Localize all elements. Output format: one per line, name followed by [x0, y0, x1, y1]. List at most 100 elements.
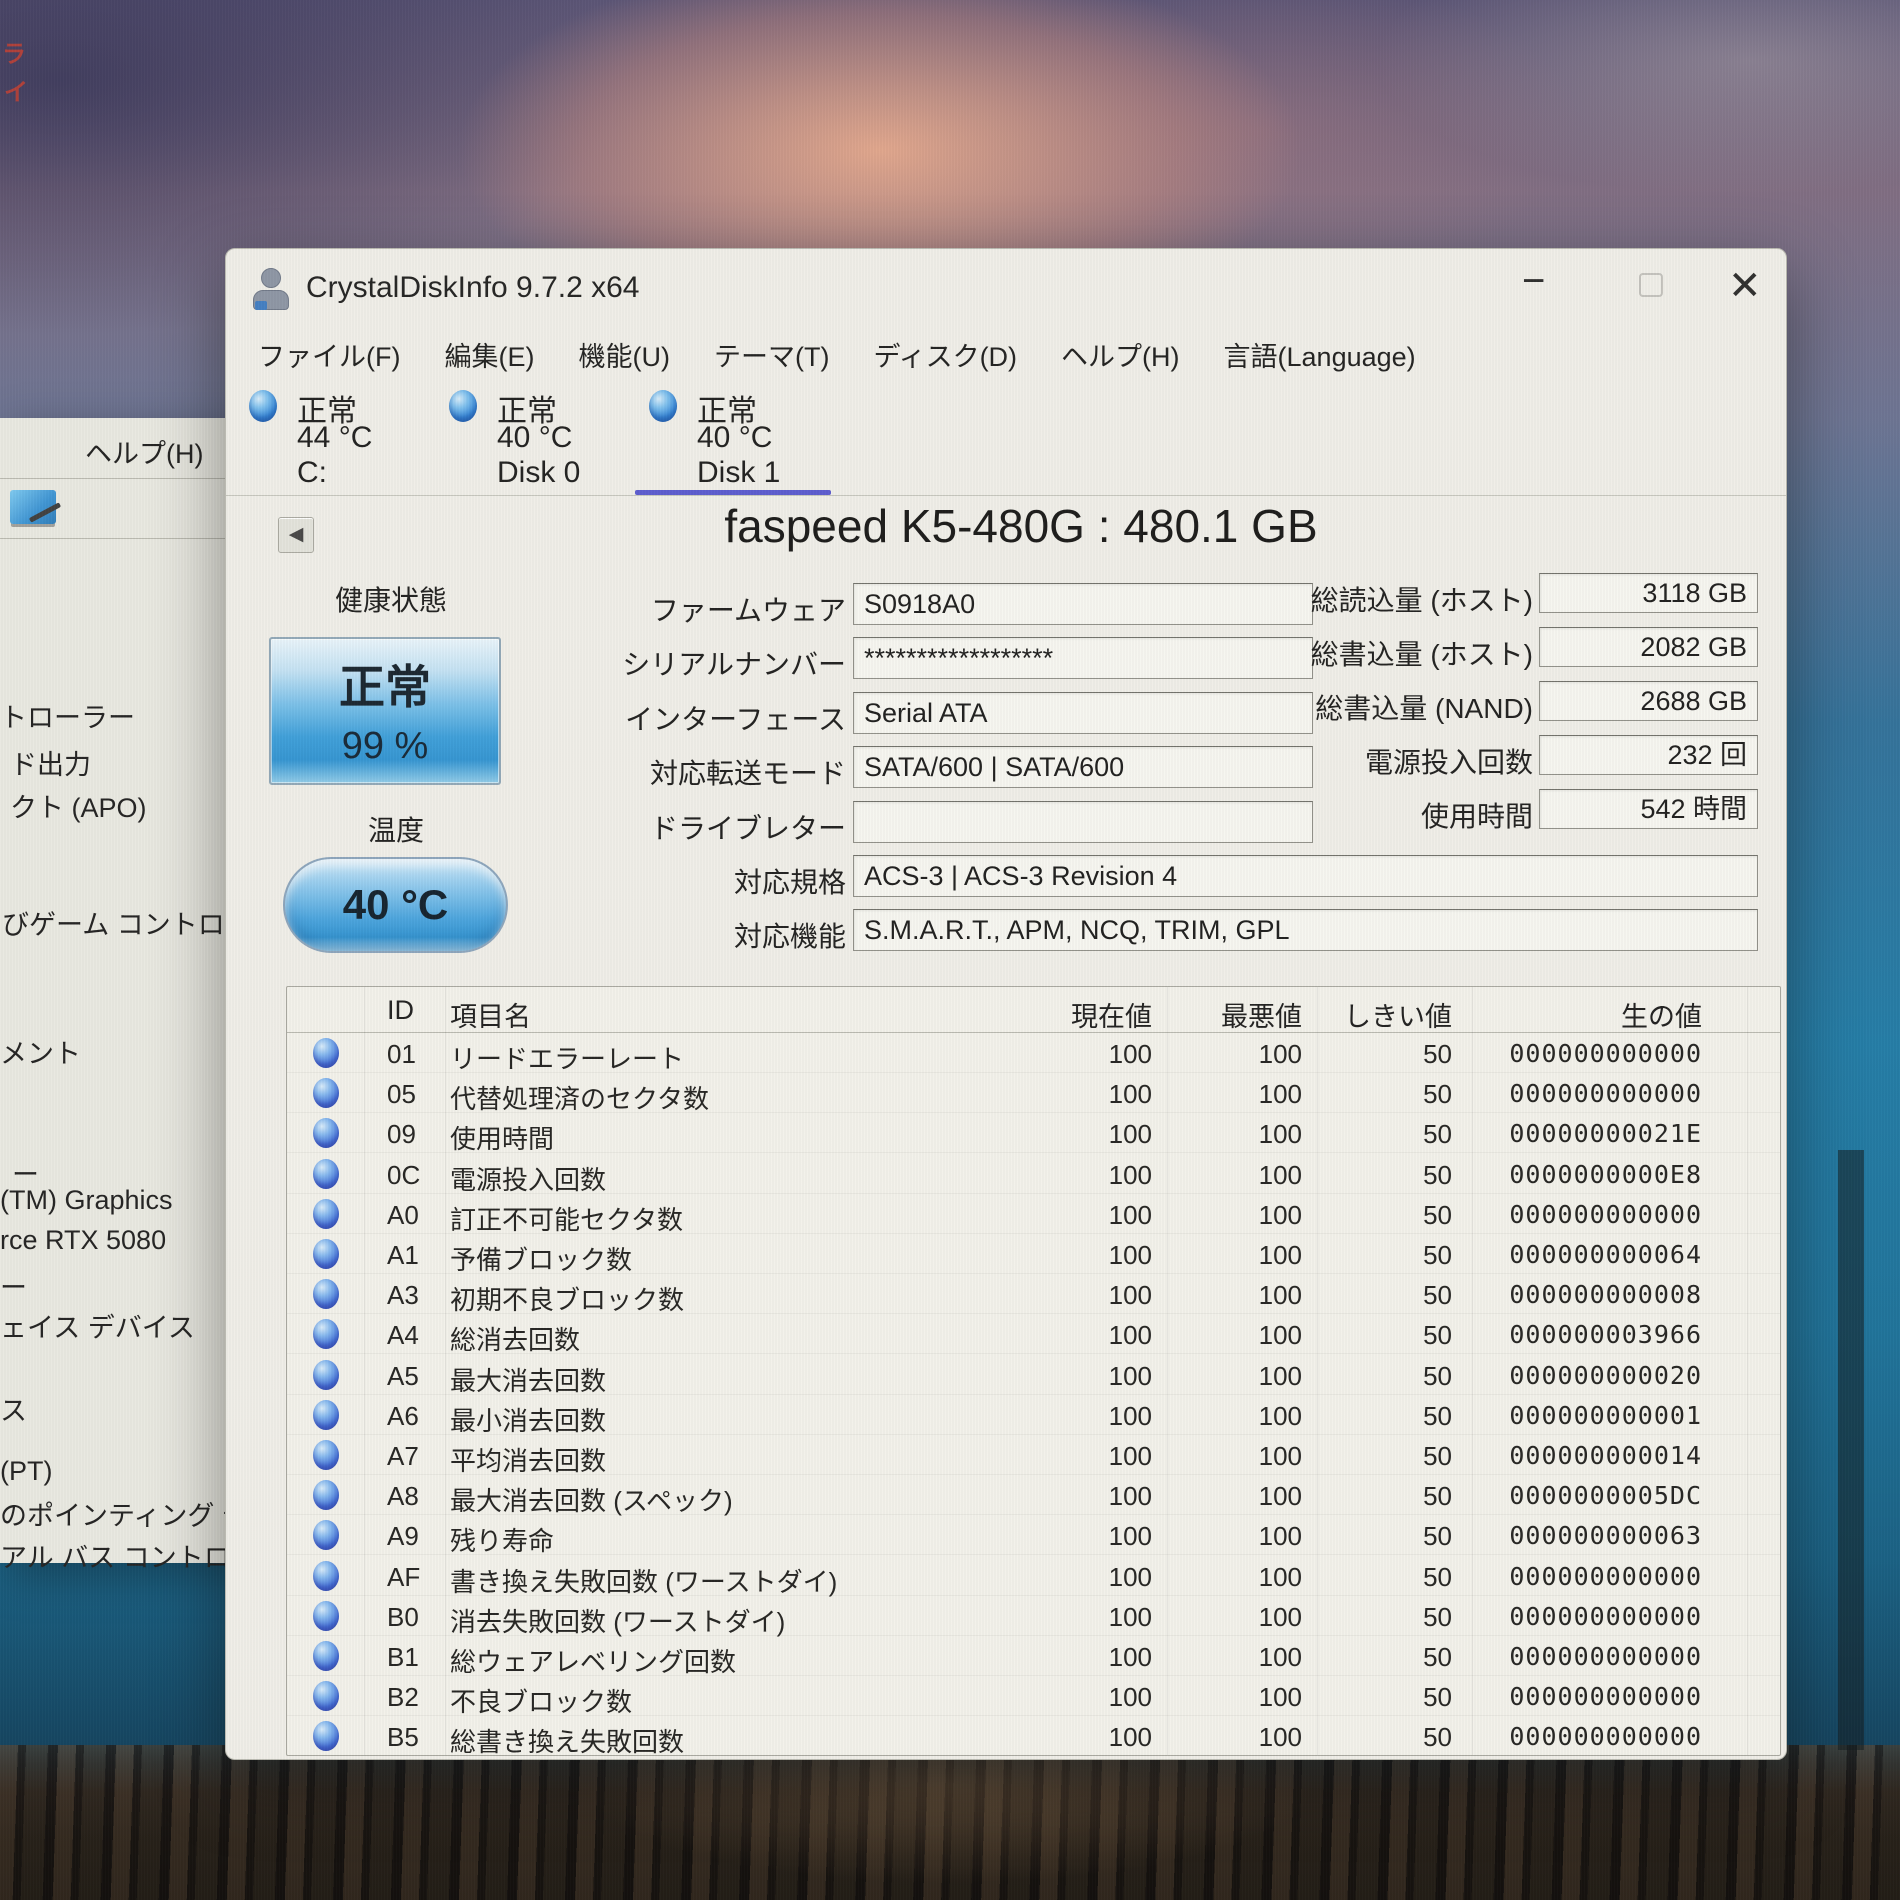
close-button[interactable]: ✕ [1728, 263, 1762, 309]
smart-current-value: 100 [987, 1200, 1152, 1231]
device-tree-item[interactable]: ド出力 [10, 743, 91, 782]
smart-worst-value: 100 [1137, 1119, 1302, 1150]
device-tree-item[interactable]: クト (APO) [10, 786, 147, 825]
smart-table-row: 0C電源投入回数100100500000000000E8 [287, 1154, 1780, 1194]
smart-raw-value: 0000000000E8 [1417, 1160, 1702, 1189]
smart-worst-value: 100 [1137, 1401, 1302, 1432]
status-orb-icon [313, 1601, 339, 1631]
menu-bar: ファイル(F) 編集(E) 機能(U) テーマ(T) ディスク(D) ヘルプ(H) 言語(L… [256, 333, 1418, 376]
smart-raw-value: 000000000014 [1417, 1441, 1702, 1470]
previous-disk-button[interactable]: ◀ [278, 517, 314, 553]
menu-item[interactable]: 編集(E) [442, 333, 536, 376]
header-worst: 最悪値 [1137, 995, 1302, 1034]
menu-item[interactable]: ディスク(D) [871, 333, 1019, 376]
smart-raw-value: 000000000000 [1417, 1602, 1702, 1631]
device-tree-item[interactable]: rce RTX 5080 [0, 1225, 166, 1256]
menu-item[interactable]: 機能(U) [576, 333, 671, 376]
wallpaper-pier [0, 1745, 1900, 1900]
smart-attribute-name: 代替処理済のセクタ数 [450, 1079, 709, 1116]
smart-worst-value: 100 [1137, 1200, 1302, 1231]
column-divider [1747, 987, 1748, 1755]
disk-tab[interactable]: 正常40 °CDisk 1 [639, 386, 829, 496]
maximize-button[interactable] [1639, 273, 1663, 297]
smart-table-row: B2不良ブロック数10010050000000000000 [287, 1676, 1780, 1716]
smart-table-row: B1総ウェアレベリング回数10010050000000000000 [287, 1636, 1780, 1676]
app-person-icon [250, 265, 292, 313]
crystaldiskinfo-window: CrystalDiskInfo 9.7.2 x64 − ✕ ファイル(F)編集(… [225, 248, 1787, 1760]
disk-tab[interactable]: 正常44 °CC: [239, 386, 429, 496]
field-value-box: S.M.A.R.T., APM, NCQ, TRIM, GPL [853, 909, 1758, 951]
device-tree-item[interactable]: メント [0, 1032, 81, 1071]
smart-id: B1 [387, 1642, 419, 1673]
smart-attribute-name: 最小消去回数 [450, 1401, 606, 1438]
smart-current-value: 100 [987, 1280, 1152, 1311]
computer-monitor-icon[interactable] [10, 490, 56, 524]
field-value-box: ACS-3 | ACS-3 Revision 4 [853, 855, 1758, 897]
header-name: 項目名 [450, 995, 531, 1034]
column-divider [1317, 987, 1318, 1755]
smart-table-row: A4総消去回数10010050000000003966 [287, 1314, 1780, 1354]
status-orb-icon [313, 1279, 339, 1309]
tab-temperature-text: 40 °C [697, 421, 772, 455]
column-divider [364, 987, 365, 1755]
smart-attribute-name: 使用時間 [450, 1119, 554, 1156]
smart-table-row: B5総書き換え失敗回数10010050000000000000 [287, 1716, 1780, 1756]
menu-item[interactable]: テーマ(T) [712, 333, 831, 376]
status-orb-icon [449, 390, 477, 422]
device-tree-item[interactable]: トローラー [0, 696, 135, 735]
red-mark-glyph: イ [4, 72, 28, 107]
stat-value-box: 3118 GB [1539, 573, 1758, 613]
smart-table-row: B0消去失敗回数 (ワーストダイ)10010050000000000000 [287, 1596, 1780, 1636]
smart-id: B5 [387, 1722, 419, 1753]
smart-attribute-name: 最大消去回数 (スペック) [450, 1481, 733, 1518]
status-orb-icon [313, 1561, 339, 1591]
usage-stat-row: 使用時間542 時間 [226, 789, 1786, 831]
status-orb-icon [313, 1520, 339, 1550]
smart-worst-value: 100 [1137, 1240, 1302, 1271]
minimize-button[interactable]: − [1522, 259, 1545, 304]
desktop: ライ ヘルプ(H) トローラード出力クト (APO)びゲーム コントローラーメン… [0, 0, 1900, 1900]
tab-drive-label: Disk 1 [697, 456, 780, 490]
smart-raw-value: 00000000021E [1417, 1119, 1702, 1148]
usage-stat-row: 総書込量 (NAND)2688 GB [226, 681, 1786, 723]
smart-current-value: 100 [987, 1039, 1152, 1070]
status-orb-icon [649, 390, 677, 422]
status-orb-icon [313, 1480, 339, 1510]
menu-item[interactable]: ファイル(F) [256, 333, 402, 376]
device-tree-item[interactable]: (TM) Graphics [0, 1185, 173, 1216]
column-divider [445, 987, 446, 1755]
smart-raw-value: 000000000008 [1417, 1280, 1702, 1309]
status-orb-icon [313, 1681, 339, 1711]
smart-id: A5 [387, 1361, 419, 1392]
smart-raw-value: 000000000000 [1417, 1039, 1702, 1068]
device-tree-item[interactable]: (PT) [0, 1456, 52, 1487]
stat-value-box: 2082 GB [1539, 627, 1758, 667]
device-tree-item[interactable]: ェイス デバイス [0, 1306, 195, 1345]
column-divider [1167, 987, 1168, 1755]
smart-attribute-name: 不良ブロック数 [450, 1682, 632, 1719]
smart-raw-value: 000000000000 [1417, 1682, 1702, 1711]
separator [226, 495, 1786, 496]
device-tree-item[interactable]: ス [0, 1389, 27, 1428]
status-orb-icon [313, 1118, 339, 1148]
smart-raw-value: 0000000005DC [1417, 1481, 1702, 1510]
smart-id: A8 [387, 1481, 419, 1512]
smart-worst-value: 100 [1137, 1320, 1302, 1351]
smart-current-value: 100 [987, 1562, 1152, 1593]
smart-attribute-table: ID 項目名 現在値 最悪値 しきい値 生の値 01リードエラーレート10010… [286, 986, 1781, 1756]
stat-value-box: 232 回 [1539, 735, 1758, 775]
device-tree-item[interactable]: ー [0, 1266, 27, 1305]
smart-raw-value: 000000000000 [1417, 1200, 1702, 1229]
stat-value-box: 542 時間 [1539, 789, 1758, 829]
menu-item[interactable]: 言語(Language) [1222, 333, 1418, 376]
smart-attribute-name: 書き換え失敗回数 (ワーストダイ) [450, 1562, 837, 1599]
disk-tab[interactable]: 正常40 °CDisk 0 [439, 386, 629, 496]
smart-raw-value: 000000000000 [1417, 1642, 1702, 1671]
smart-id: 05 [387, 1079, 416, 1110]
menu-item[interactable]: ヘルプ(H) [1059, 333, 1181, 376]
smart-id: B0 [387, 1602, 419, 1633]
person-chip [255, 301, 267, 310]
smart-worst-value: 100 [1137, 1039, 1302, 1070]
smart-attribute-name: 予備ブロック数 [450, 1240, 632, 1277]
background-window-help-menu[interactable]: ヘルプ(H) [85, 432, 203, 471]
